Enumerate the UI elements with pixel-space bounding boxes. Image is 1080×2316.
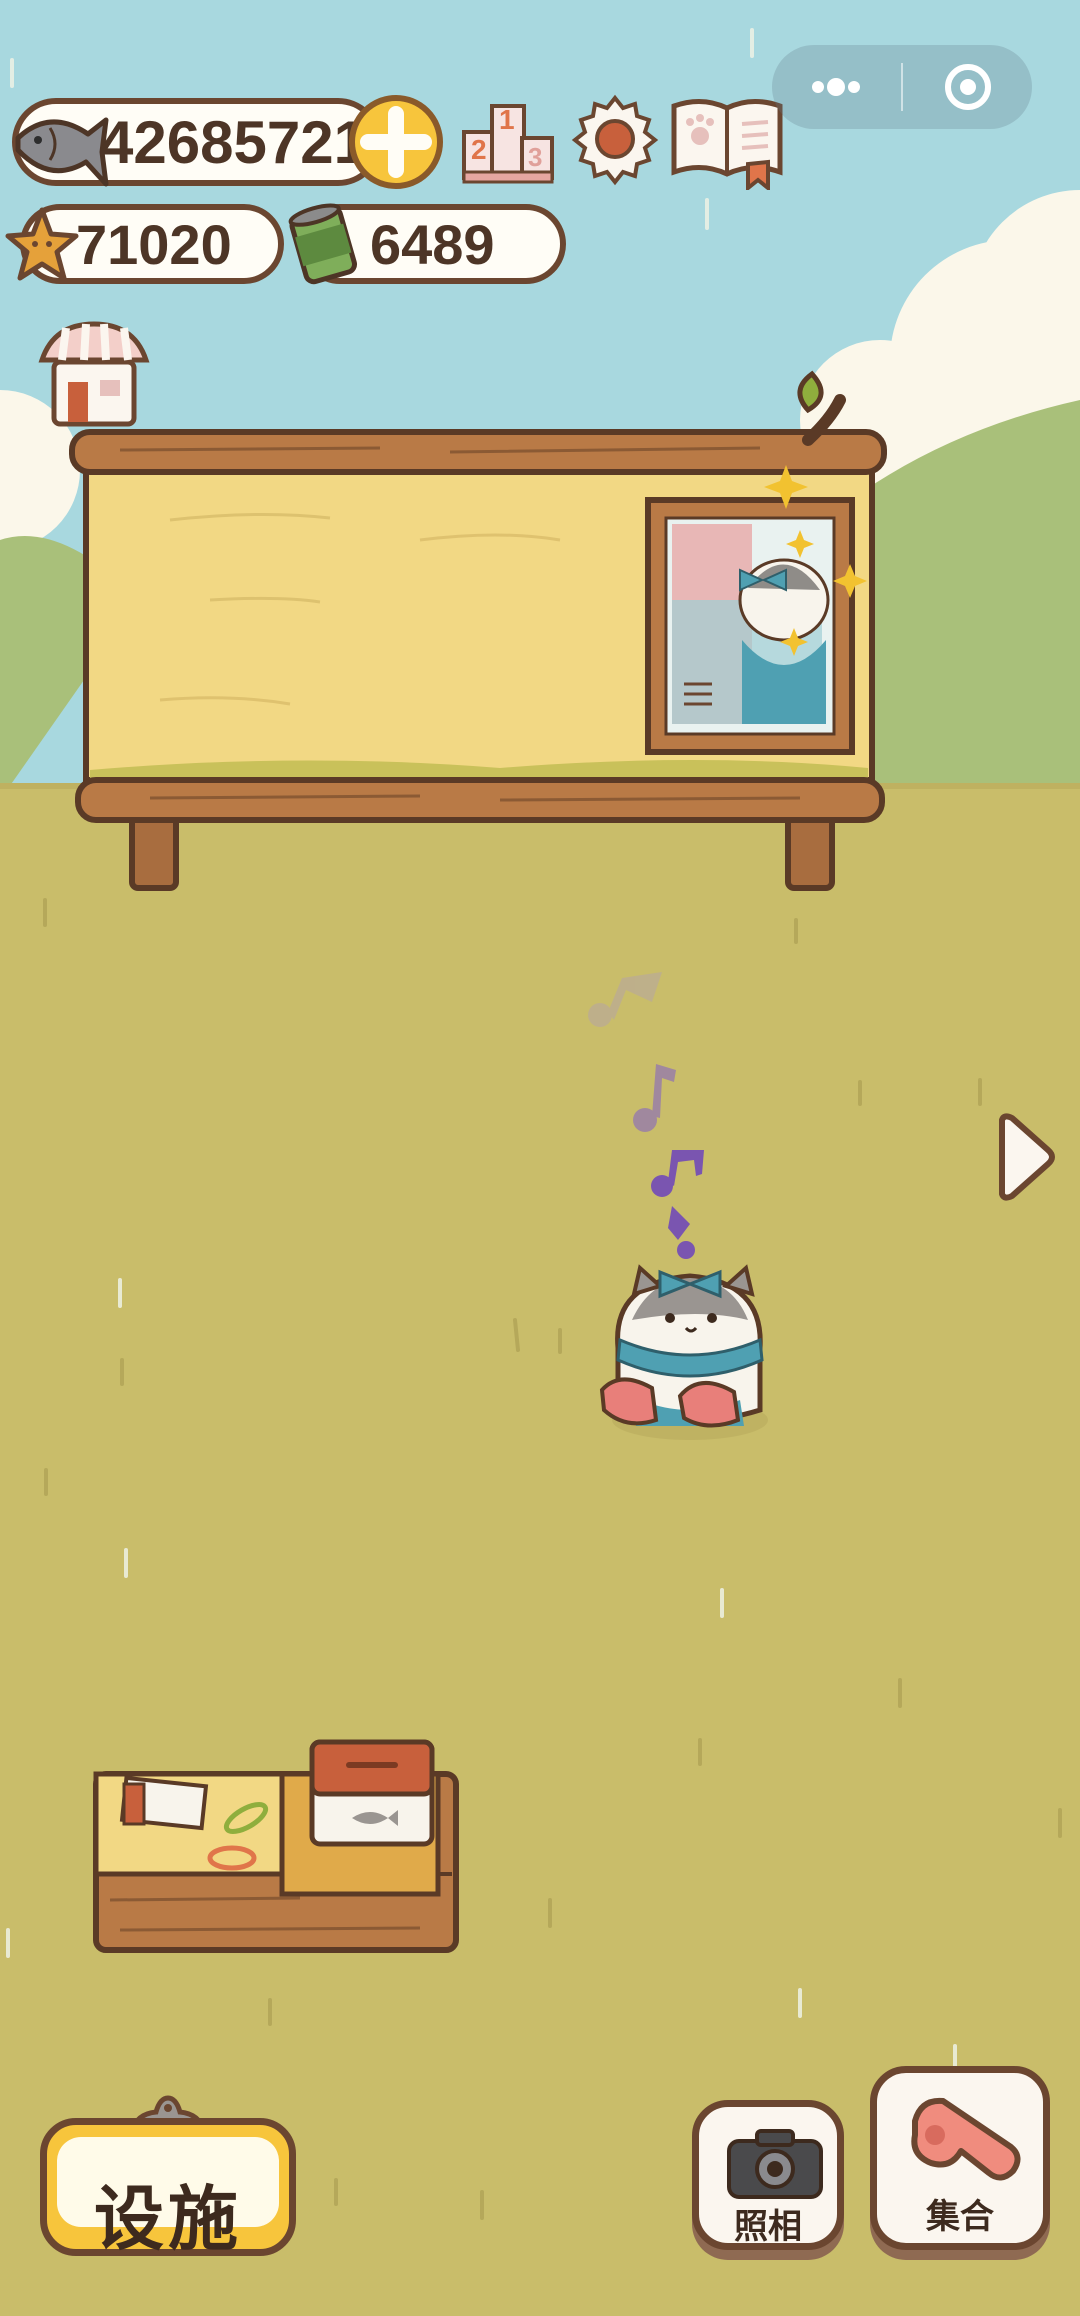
more-dots-icon xyxy=(812,78,860,96)
target-circle-icon xyxy=(945,64,991,110)
miniprogram-capsule xyxy=(772,45,1032,129)
fish-count: 42685721 xyxy=(100,109,367,176)
chevron-right-icon xyxy=(999,1113,1055,1201)
capsule-divider xyxy=(901,63,903,111)
can-count: 6489 xyxy=(370,213,495,276)
ranking-second: 2 xyxy=(471,134,487,165)
gather-button[interactable]: 集合 xyxy=(870,2066,1050,2250)
ranking-first: 1 xyxy=(499,104,515,135)
ranking-button[interactable]: 1 2 3 xyxy=(460,98,556,184)
next-area-button[interactable] xyxy=(990,1110,1060,1204)
close-miniprogram-button[interactable] xyxy=(904,45,1032,129)
whistle-icon xyxy=(911,2097,1021,2181)
cat-poster xyxy=(645,465,867,755)
star-cookie-icon xyxy=(5,207,79,281)
facility-label: 设施 xyxy=(94,2178,242,2260)
more-menu-button[interactable] xyxy=(772,45,900,129)
shop-icon xyxy=(38,321,150,427)
settings-button[interactable] xyxy=(568,92,662,186)
facility-button[interactable]: 设施 xyxy=(40,2094,296,2260)
facility-button-inner: 设施 xyxy=(57,2137,279,2260)
ranking-third: 3 xyxy=(528,142,543,172)
photo-label: 照相 xyxy=(734,2207,802,2247)
gather-label: 集合 xyxy=(926,2197,994,2237)
album-button[interactable] xyxy=(668,94,786,193)
book-icon xyxy=(671,99,783,193)
game-scene xyxy=(0,0,1080,2316)
shop-button[interactable] xyxy=(36,318,152,430)
facility-button-frame: 设施 xyxy=(40,2118,296,2260)
can-icon xyxy=(288,203,358,285)
star-count: 71020 xyxy=(76,213,232,276)
plus-icon xyxy=(349,95,443,189)
photo-button[interactable]: 照相 xyxy=(692,2100,844,2250)
add-currency-button[interactable] xyxy=(346,92,446,192)
camera-icon xyxy=(727,2129,823,2199)
gear-icon xyxy=(571,94,659,186)
fish-icon xyxy=(15,117,109,187)
shop-counter xyxy=(93,1739,459,1953)
